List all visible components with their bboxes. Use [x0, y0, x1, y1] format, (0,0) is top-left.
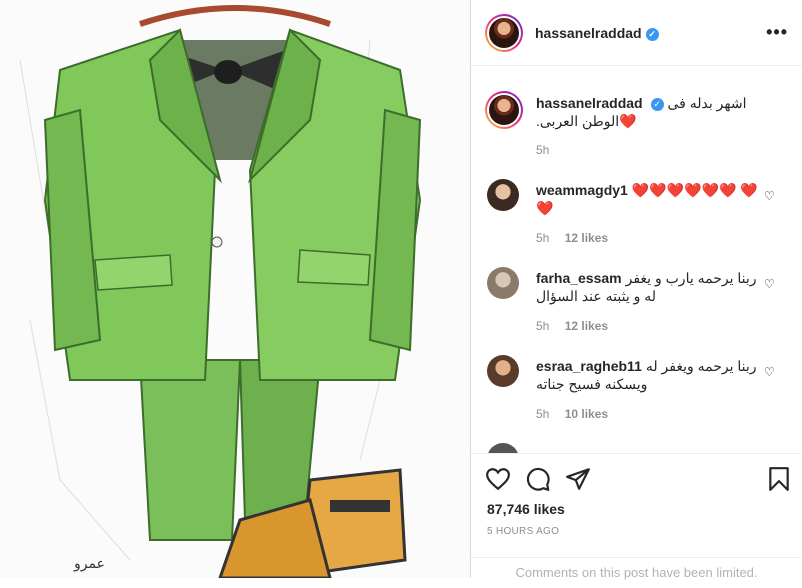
comment-meta: 5h 12 likes	[536, 319, 609, 333]
commenter-avatar[interactable]	[487, 179, 519, 211]
commenter-avatar[interactable]	[487, 355, 519, 387]
comments-limited-notice: Comments on this post have been limited.	[471, 557, 802, 580]
caption-username[interactable]: hassanelraddad	[536, 95, 643, 111]
post-sidebar: hassanelraddad ✓ ••• hassanelraddad ✓ اشهر…	[471, 0, 802, 580]
post-image[interactable]: ﻋﻤﺮو	[0, 0, 470, 578]
comment-text: esraa_ragheb11 ربنا يرحمه ويغفر له ويسكنه…	[536, 358, 757, 392]
comment-likes[interactable]: 12 likes	[565, 319, 608, 333]
comment-text: farha_essam ربنا يرحمه يارب و يغفر له و ي…	[536, 270, 757, 304]
heart-emoji: ❤️	[619, 113, 637, 129]
post-header: hassanelraddad ✓ •••	[471, 0, 802, 66]
comment-likes[interactable]: 10 likes	[565, 407, 608, 421]
caption-text: hassanelraddad ✓ اشهر بدله فى الوطن العرب…	[536, 95, 747, 129]
svg-text:ﻋﻤﺮو: ﻋﻤﺮو	[73, 556, 105, 572]
commenter-avatar[interactable]	[487, 267, 519, 299]
save-bookmark-icon[interactable]	[766, 466, 792, 492]
verified-icon: ✓	[650, 98, 664, 111]
caption-avatar[interactable]	[485, 91, 523, 129]
more-options-icon[interactable]: •••	[766, 22, 788, 43]
comment-username[interactable]: weammagdy1	[536, 182, 628, 198]
comment-likes[interactable]: 12 likes	[565, 231, 608, 245]
post-timestamp[interactable]: 5 HOURS AGO	[487, 526, 559, 537]
like-comment-icon[interactable]: ♡	[764, 365, 776, 379]
share-icon[interactable]	[565, 466, 591, 492]
comments-list: hassanelraddad ✓ اشهر بدله فى الوطن العرب…	[471, 67, 802, 453]
comment-text: weammagdy1 ❤️❤️❤️❤️❤️❤️ ❤️❤️	[536, 182, 758, 216]
like-comment-icon[interactable]: ♡	[764, 277, 776, 291]
likes-count[interactable]: 87,746 likes	[487, 501, 565, 517]
like-comment-icon[interactable]: ♡	[764, 189, 776, 203]
commenter-avatar[interactable]	[487, 443, 519, 453]
verified-icon: ✓	[645, 28, 659, 41]
comment-username[interactable]: farha_essam	[536, 270, 622, 286]
like-heart-icon[interactable]	[485, 466, 511, 492]
comment-icon[interactable]	[525, 466, 551, 492]
author-username[interactable]: hassanelraddad ✓	[535, 25, 659, 41]
caption-age: 5h	[536, 143, 550, 157]
comment-username[interactable]: esraa_ragheb11	[536, 358, 642, 374]
comment-meta: 5h 10 likes	[536, 407, 609, 421]
author-avatar[interactable]	[485, 14, 523, 52]
suit-illustration: ﻋﻤﺮو	[0, 0, 470, 578]
post-actions: 87,746 likes 5 HOURS AGO Comments on thi…	[471, 453, 802, 580]
comment-meta: 5h 12 likes	[536, 231, 609, 245]
